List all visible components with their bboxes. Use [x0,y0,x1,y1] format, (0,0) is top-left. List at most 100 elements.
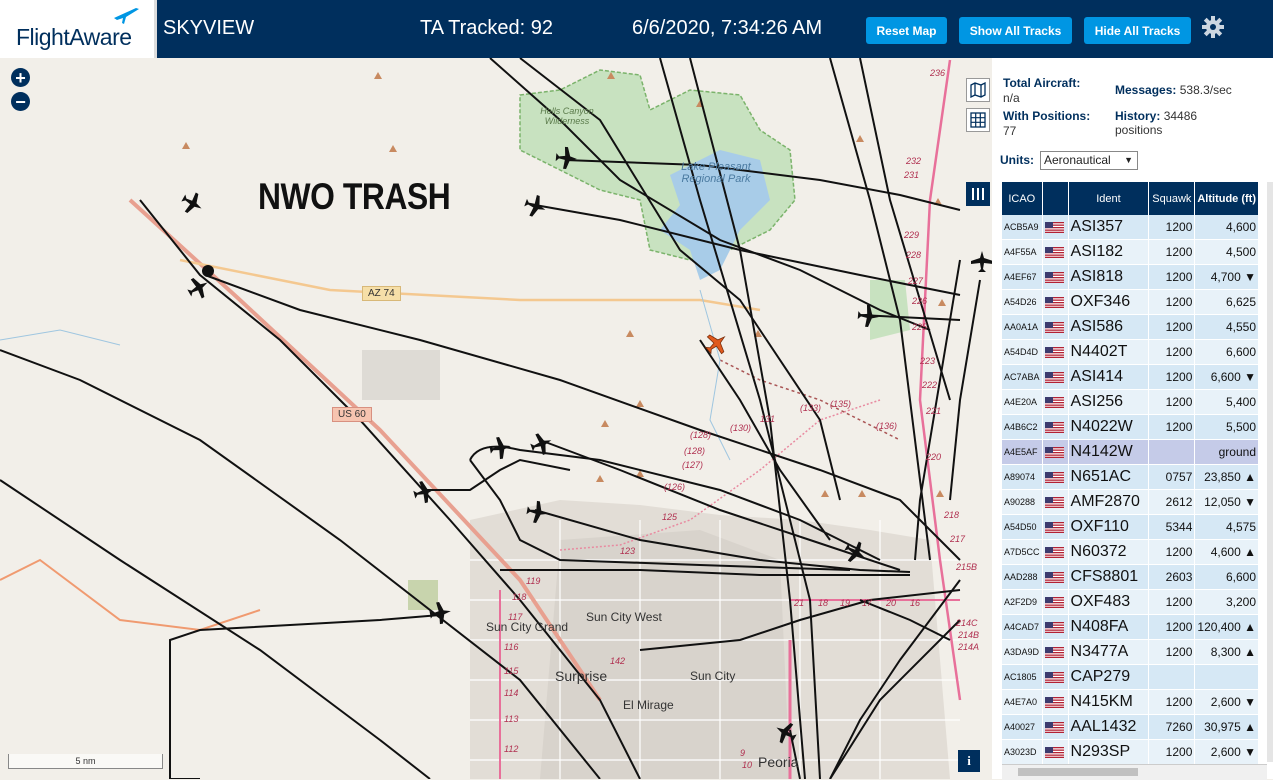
total-aircraft-value: n/a [1003,91,1020,105]
ident-cell: OXF483 [1068,589,1150,615]
altitude-cell: 5,500 [1194,414,1259,440]
show-all-tracks-button[interactable]: Show All Tracks [959,17,1072,44]
info-button[interactable]: i [958,750,980,772]
ident-cell: ASI414 [1068,364,1150,390]
route-label: 214B [958,630,980,640]
altitude-cell: 5,400 [1194,389,1259,415]
units-select[interactable]: Aeronautical ▼ [1040,151,1138,170]
table-row[interactable]: AA0A1A ASI586 1200 4,550 [1002,314,1259,340]
squawk-cell: 1200 [1148,239,1196,265]
tracked-count: TA Tracked: 92 [420,17,554,39]
map-view[interactable]: + − NWO TRASH Hells Canyon Wilderness La… [0,58,992,779]
table-row[interactable]: A40027 AAL1432 7260 30,975 ▲ [1002,714,1259,740]
table-row[interactable]: A3DA9D N3477A 1200 8,300 ▲ [1002,639,1259,665]
total-aircraft-label: Total Aircraft: [1003,76,1081,90]
column-icao[interactable]: ICAO [1002,182,1043,215]
place-el-mirage: El Mirage [623,698,674,712]
table-row[interactable]: A4EF67 ASI818 1200 4,700 ▼ [1002,264,1259,290]
table-row[interactable]: A7D5CC N60372 1200 4,600 ▲ [1002,539,1259,565]
logo-text: FlightAware [16,24,132,50]
route-label: 115 [504,666,519,676]
icao-cell: A54D4D [1002,339,1043,365]
altitude-cell: 2,600 ▼ [1194,689,1259,715]
reset-map-button[interactable]: Reset Map [866,17,947,44]
squawk-cell: 0757 [1148,464,1196,490]
altitude-cell: 8,300 ▲ [1194,639,1259,665]
route-label: 226 [912,296,928,306]
table-row[interactable]: ACB5A9 ASI357 1200 4,600 [1002,215,1259,240]
icao-cell: A54D50 [1002,514,1043,540]
flightaware-logo[interactable]: FlightAware [0,0,157,58]
table-row[interactable]: A54D26 OXF346 1200 6,625 [1002,289,1259,315]
table-row[interactable]: A54D4D N4402T 1200 6,600 [1002,339,1259,365]
column-altitude[interactable]: Altitude (ft) [1194,182,1259,215]
ident-cell: N3477A [1068,639,1150,665]
icao-cell: A3023D [1002,739,1043,765]
route-label: 229 [904,230,920,240]
squawk-cell: 2612 [1148,489,1196,515]
hide-all-tracks-button[interactable]: Hide All Tracks [1084,17,1191,44]
table-row[interactable]: A54D50 OXF110 5344 4,575 [1002,514,1259,540]
horizontal-scrollbar[interactable] [1002,764,1267,780]
us-flag-icon [1042,639,1069,665]
route-label: 214A [958,642,980,652]
table-row[interactable]: AC1805 CAP279 [1002,664,1259,690]
squawk-cell: 1200 [1148,614,1196,640]
columns-toggle-button[interactable] [966,182,990,206]
route-label: 222 [922,380,938,390]
squawk-cell: 7260 [1148,714,1196,740]
table-row[interactable]: A4E20A ASI256 1200 5,400 [1002,389,1259,415]
table-row[interactable]: A2F2D9 OXF483 1200 3,200 [1002,589,1259,615]
table-row[interactable]: AC7ABA ASI414 1200 6,600 ▼ [1002,364,1259,390]
table-row[interactable]: A4B6C2 N4022W 1200 5,500 [1002,414,1259,440]
history-stat: History: 34486 positions [1115,109,1198,137]
ident-cell: N651AC [1068,464,1150,490]
map-layers-button[interactable] [966,78,990,102]
icao-cell: A90288 [1002,489,1043,515]
map-canvas[interactable] [0,58,992,779]
ident-cell: ASI182 [1068,239,1150,265]
altitude-cell: ground [1194,439,1259,465]
column-flag[interactable] [1042,182,1069,215]
table-row[interactable]: A4CAD7 N408FA 1200 120,400 ▲ [1002,614,1259,640]
vertical-scrollbar[interactable] [1267,182,1273,762]
column-squawk[interactable]: Squawk [1148,182,1196,215]
column-ident[interactable]: Ident [1068,182,1150,215]
gear-icon[interactable] [1201,15,1225,39]
table-row[interactable]: A4E7A0 N415KM 1200 2,600 ▼ [1002,689,1259,715]
ident-cell: N415KM [1068,689,1150,715]
icao-cell: A4E20A [1002,389,1043,415]
route-label: 114 [504,688,519,698]
altitude-cell: 12,050 ▼ [1194,489,1259,515]
table-row[interactable]: A3023D N293SP 1200 2,600 ▼ [1002,739,1259,765]
table-row[interactable]: A4F55A ASI182 1200 4,500 [1002,239,1259,265]
route-label: 217 [950,534,966,544]
road-az74: AZ 74 [362,286,401,301]
place-sun-city-west: Sun City West [586,610,662,624]
scroll-thumb[interactable] [1018,768,1138,776]
table-row[interactable]: AAD288 CFS8801 2603 6,600 [1002,564,1259,590]
icao-cell: A7D5CC [1002,539,1043,565]
route-label: 19 [840,598,851,608]
place-lake-pleasant: Lake Pleasant Regional Park [681,161,751,185]
route-label: 17 [862,598,873,608]
route-label: 228 [906,250,922,260]
table-row[interactable]: A89074 N651AC 0757 23,850 ▲ [1002,464,1259,490]
table-row[interactable]: A4E5AF N4142W ground [1002,439,1259,465]
altitude-cell: 23,850 ▲ [1194,464,1259,490]
grid-button[interactable] [966,108,990,132]
route-label: (135) [830,399,852,409]
altitude-cell: 6,600 ▼ [1194,364,1259,390]
route-label: 142 [610,656,626,666]
us-flag-icon [1042,714,1069,740]
app-title: SKYVIEW [163,17,255,39]
table-row[interactable]: A90288 AMF2870 2612 12,050 ▼ [1002,489,1259,515]
zoom-in-button[interactable]: + [11,68,30,87]
squawk-cell: 5344 [1148,514,1196,540]
route-label: 223 [920,356,936,366]
place-hells-canyon: Hells Canyon Wilderness [540,106,594,126]
zoom-out-button[interactable]: − [11,92,30,111]
ident-cell: ASI256 [1068,389,1150,415]
icao-cell: AA0A1A [1002,314,1043,340]
route-label: 215B [956,562,978,572]
